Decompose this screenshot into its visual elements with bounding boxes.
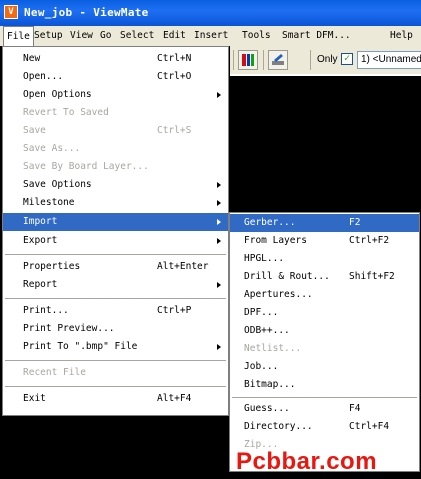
import-drill-rout[interactable]: Drill & Rout... Shift+F2 <box>230 268 419 286</box>
toolbar-separator <box>263 50 264 70</box>
menu-separator <box>5 360 226 361</box>
title-bar: V New_job - ViewMate <box>0 0 421 26</box>
file-menu-save-by-board-layer: Save By Board Layer... <box>23 161 149 172</box>
file-menu-properties[interactable]: Properties Alt+Enter <box>3 258 228 276</box>
file-menu-milestone[interactable]: Milestone <box>3 194 228 212</box>
menu-edit[interactable]: Edit <box>163 30 186 41</box>
file-menu-save-options[interactable]: Save Options <box>3 176 228 194</box>
menu-separator <box>5 298 226 299</box>
import-bitmap[interactable]: Bitmap... <box>230 376 419 394</box>
submenu-arrow-icon <box>217 92 221 98</box>
import-submenu: Gerber... F2 From Layers Ctrl+F2 HPGL... D… <box>229 212 420 472</box>
file-menu-print[interactable]: Print... Ctrl+P <box>3 302 228 320</box>
menu-tools[interactable]: Tools <box>242 30 271 41</box>
menu-insert[interactable]: Insert <box>194 30 228 41</box>
file-menu-exit[interactable]: Exit Alt+F4 <box>3 390 228 408</box>
file-menu-revert-to-saved: Revert To Saved <box>23 107 109 118</box>
file-menu-open[interactable]: Open... Ctrl+O <box>3 68 228 86</box>
only-label: Only <box>317 54 338 65</box>
submenu-arrow-icon <box>217 200 221 206</box>
submenu-arrow-icon <box>217 219 221 225</box>
menu-go[interactable]: Go <box>100 30 111 41</box>
layer-colors-icon[interactable] <box>238 50 258 70</box>
file-menu-print-to-bmp[interactable]: Print To ".bmp" File <box>3 338 228 356</box>
menu-view[interactable]: View <box>70 30 93 41</box>
menu-select[interactable]: Select <box>120 30 154 41</box>
submenu-arrow-icon <box>217 182 221 188</box>
file-menu-report[interactable]: Report <box>3 276 228 294</box>
viewmate-app-icon[interactable]: V <box>4 5 18 19</box>
import-job[interactable]: Job... <box>230 358 419 376</box>
menu-separator <box>5 254 226 255</box>
layer-select[interactable]: 1) <Unnamed <box>357 51 421 69</box>
import-guess[interactable]: Guess... F4 <box>230 400 419 418</box>
only-checkbox[interactable]: ✓ <box>341 53 353 65</box>
import-gerber[interactable]: Gerber... F2 <box>230 214 419 232</box>
file-menu-print-preview[interactable]: Print Preview... <box>3 320 228 338</box>
file-menu-import[interactable]: Import <box>3 213 228 231</box>
toolbar-separator <box>310 50 311 70</box>
file-menu-new[interactable]: New Ctrl+N <box>3 50 228 68</box>
menu-bar: File Setup View Go Select Edit Insert To… <box>0 26 421 47</box>
file-menu: New Ctrl+N Open... Ctrl+O Open Options Rev… <box>2 46 229 416</box>
submenu-arrow-icon <box>217 282 221 288</box>
watermark-text: Pcbbar.com <box>236 448 378 475</box>
file-menu-export[interactable]: Export <box>3 232 228 250</box>
import-hpgl[interactable]: HPGL... <box>230 250 419 268</box>
menu-setup[interactable]: Setup <box>34 30 63 41</box>
import-dpf[interactable]: DPF... <box>230 304 419 322</box>
window-title: New_job - ViewMate <box>24 6 149 19</box>
submenu-arrow-icon <box>217 238 221 244</box>
file-menu-open-options[interactable]: Open Options <box>3 86 228 104</box>
menu-separator <box>232 397 417 398</box>
import-odb[interactable]: ODB++... <box>230 322 419 340</box>
toolbar-border <box>230 74 421 76</box>
edit-tool-icon[interactable] <box>268 50 288 70</box>
menu-file[interactable]: File <box>3 26 34 46</box>
toolbar-separator <box>233 50 234 70</box>
file-menu-save: Save Ctrl+S <box>23 125 192 136</box>
file-menu-recent-file: Recent File <box>23 367 86 378</box>
file-menu-save-as: Save As... <box>23 143 81 154</box>
import-apertures[interactable]: Apertures... <box>230 286 419 304</box>
menu-help[interactable]: Help <box>390 30 413 41</box>
menu-smart-dfm[interactable]: Smart DFM... <box>282 30 351 41</box>
import-from-layers[interactable]: From Layers Ctrl+F2 <box>230 232 419 250</box>
import-netlist: Netlist... <box>244 343 302 354</box>
menu-separator <box>5 386 226 387</box>
toolbar: Only ✓ 1) <Unnamed <box>230 46 421 74</box>
submenu-arrow-icon <box>217 344 221 350</box>
import-directory[interactable]: Directory... Ctrl+F4 <box>230 418 419 436</box>
